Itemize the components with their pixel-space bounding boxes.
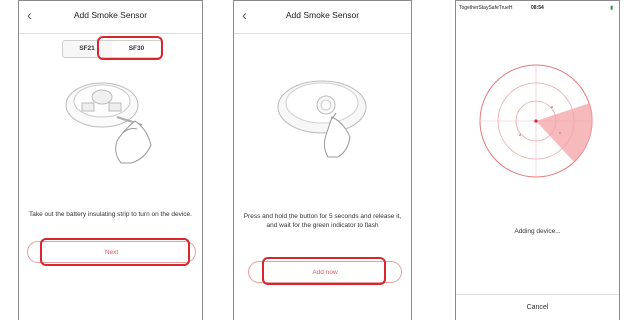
instruction-text: Take out the battery insulating strip to… [29, 211, 192, 218]
radar-scan [479, 64, 593, 178]
page-title: Add Smoke Sensor [285, 10, 360, 20]
highlight-frame-add-now [262, 257, 386, 285]
page-title: Add Smoke Sensor [73, 10, 148, 20]
clock: 08:54 [531, 5, 544, 11]
battery-icon: ▮ [610, 5, 613, 11]
instruction-text: Press and hold the button for 5 seconds … [243, 213, 402, 229]
highlight-frame-next [40, 238, 190, 266]
screen-press-button: ‹ Add Smoke Sensor Press and hold the bu… [233, 0, 412, 320]
device-illustration [277, 80, 367, 158]
status-bar: TogetherStaySafeTrueH 08:54 ▮ [456, 1, 619, 15]
device-illustration [65, 82, 152, 164]
highlight-frame-sf30 [97, 36, 163, 60]
screen-adding-device: TogetherStaySafeTrueH 08:54 ▮ Adding dev… [455, 0, 620, 320]
progress-text: Adding device... [514, 228, 561, 235]
cancel-button[interactable]: Cancel [456, 294, 619, 320]
header: ‹ Add Smoke Sensor [234, 1, 411, 34]
screen-select-model: ‹ Add Smoke Sensor SF21 SF30 Take out th… [18, 0, 203, 320]
header: ‹ Add Smoke Sensor [19, 1, 202, 34]
carrier-label: TogetherStaySafeTrueH [459, 5, 513, 11]
